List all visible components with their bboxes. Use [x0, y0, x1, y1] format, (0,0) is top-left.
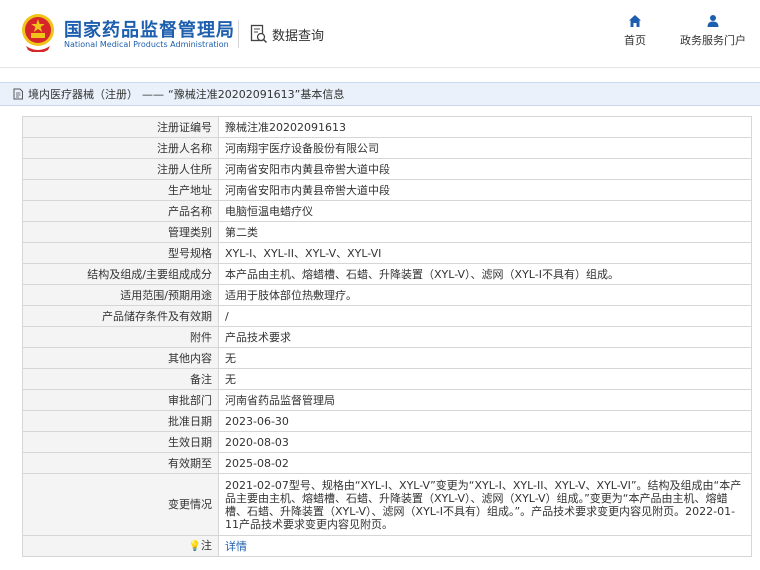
table-row: 💡注 详情 — [22, 535, 752, 557]
table-row: 注册人名称 河南翔宇医疗设备股份有限公司 — [22, 137, 752, 159]
row-label: 有效期至 — [22, 452, 219, 474]
row-label: 注册人住所 — [22, 158, 219, 180]
header-divider — [238, 20, 239, 48]
row-label: 产品名称 — [22, 200, 219, 222]
row-label: 注 — [201, 539, 212, 552]
agency-name: 国家药品监督管理局 — [64, 20, 235, 41]
row-label: 结构及组成/主要组成成分 — [22, 263, 219, 285]
document-icon — [13, 88, 23, 100]
note-label-cell: 💡注 — [22, 535, 219, 557]
nav-home-label: 首页 — [624, 34, 646, 47]
row-value: 电脑恒温电蜡疗仪 — [218, 200, 752, 222]
row-value: 2020-08-03 — [218, 431, 752, 453]
top-nav: 首页 政务服务门户 — [624, 14, 746, 48]
top-header: 国家药品监督管理局 National Medical Products Admi… — [0, 0, 760, 68]
data-query-link[interactable]: 数据查询 — [250, 22, 324, 46]
row-label: 产品储存条件及有效期 — [22, 305, 219, 327]
row-label: 注册人名称 — [22, 137, 219, 159]
row-value: 河南翔宇医疗设备股份有限公司 — [218, 137, 752, 159]
table-row: 附件 产品技术要求 — [22, 326, 752, 348]
table-row: 生效日期 2020-08-03 — [22, 431, 752, 453]
row-value: 本产品由主机、熔蜡槽、石蜡、升降装置（XYL-V）、滤网（XYL-I不具有）组成… — [218, 263, 752, 285]
lightbulb-icon: 💡 — [188, 541, 201, 552]
table-row: 管理类别 第二类 — [22, 221, 752, 243]
row-label: 型号规格 — [22, 242, 219, 264]
table-row: 产品名称 电脑恒温电蜡疗仪 — [22, 200, 752, 222]
table-row: 变更情况 2021-02-07型号、规格由“XYL-I、XYL-V”变更为“XYL… — [22, 473, 752, 536]
nav-home[interactable]: 首页 — [624, 14, 646, 48]
row-value: / — [218, 305, 752, 327]
row-value: 豫械注准20202091613 — [218, 116, 752, 138]
row-label: 其他内容 — [22, 347, 219, 369]
nav-service-portal-label: 政务服务门户 — [680, 34, 746, 47]
row-label: 适用范围/预期用途 — [22, 284, 219, 306]
row-label: 审批部门 — [22, 389, 219, 411]
breadcrumb-separator: —— — [142, 87, 164, 101]
record-title-banner: 境内医疗器械（注册） —— “豫械注准20202091613”基本信息 — [0, 82, 760, 106]
table-row: 注册人住所 河南省安阳市内黄县帝喾大道中段 — [22, 158, 752, 180]
row-value: 河南省药品监督管理局 — [218, 389, 752, 411]
row-label: 变更情况 — [22, 473, 219, 536]
table-row: 备注无 — [22, 368, 752, 390]
row-value: 第二类 — [218, 221, 752, 243]
table-row: 注册证编号 豫械注准20202091613 — [22, 116, 752, 138]
breadcrumb-category[interactable]: 境内医疗器械（注册） — [28, 86, 138, 102]
row-value-cell: 详情 — [218, 535, 752, 557]
row-label: 批准日期 — [22, 410, 219, 432]
row-label: 生产地址 — [22, 179, 219, 201]
table-row: 审批部门 河南省药品监督管理局 — [22, 389, 752, 411]
table-row: 有效期至 2025-08-02 — [22, 452, 752, 474]
row-value: 2023-06-30 — [218, 410, 752, 432]
table-row: 批准日期 2023-06-30 — [22, 410, 752, 432]
user-icon — [707, 15, 719, 27]
row-label: 注册证编号 — [22, 116, 219, 138]
table-row: 其他内容无 — [22, 347, 752, 369]
row-value: 河南省安阳市内黄县帝喾大道中段 — [218, 158, 752, 180]
row-value: 河南省安阳市内黄县帝喾大道中段 — [218, 179, 752, 201]
agency-name-en: National Medical Products Administration — [64, 40, 229, 49]
registration-info-table: 注册证编号 豫械注准20202091613 注册人名称 河南翔宇医疗设备股份有限公司… — [22, 116, 752, 557]
data-query-label: 数据查询 — [272, 28, 325, 44]
breadcrumb-title: “豫械注准20202091613”基本信息 — [168, 88, 345, 101]
row-value: XYL-I、XYL-II、XYL-V、XYL-VI — [218, 242, 752, 264]
row-label: 管理类别 — [22, 221, 219, 243]
table-row: 生产地址 河南省安阳市内黄县帝喾大道中段 — [22, 179, 752, 201]
document-search-icon — [250, 24, 268, 44]
row-value: 2025-08-02 — [218, 452, 752, 474]
row-value: 无 — [218, 368, 752, 390]
home-icon — [629, 15, 641, 27]
row-label: 生效日期 — [22, 431, 219, 453]
details-link[interactable]: 详情 — [225, 540, 247, 553]
table-row: 结构及组成/主要组成成分 本产品由主机、熔蜡槽、石蜡、升降装置（XYL-V）、滤网… — [22, 263, 752, 285]
row-value: 适用于肢体部位热敷理疗。 — [218, 284, 752, 306]
table-row: 型号规格 XYL-I、XYL-II、XYL-V、XYL-VI — [22, 242, 752, 264]
nav-service-portal[interactable]: 政务服务门户 — [680, 14, 746, 48]
table-row: 适用范围/预期用途 适用于肢体部位热敷理疗。 — [22, 284, 752, 306]
row-value: 产品技术要求 — [218, 326, 752, 348]
row-value: 2021-02-07型号、规格由“XYL-I、XYL-V”变更为“XYL-I、X… — [218, 473, 752, 536]
row-label: 附件 — [22, 326, 219, 348]
national-emblem-icon — [22, 14, 54, 52]
row-value: 无 — [218, 347, 752, 369]
row-label: 备注 — [22, 368, 219, 390]
table-row: 产品储存条件及有效期 / — [22, 305, 752, 327]
